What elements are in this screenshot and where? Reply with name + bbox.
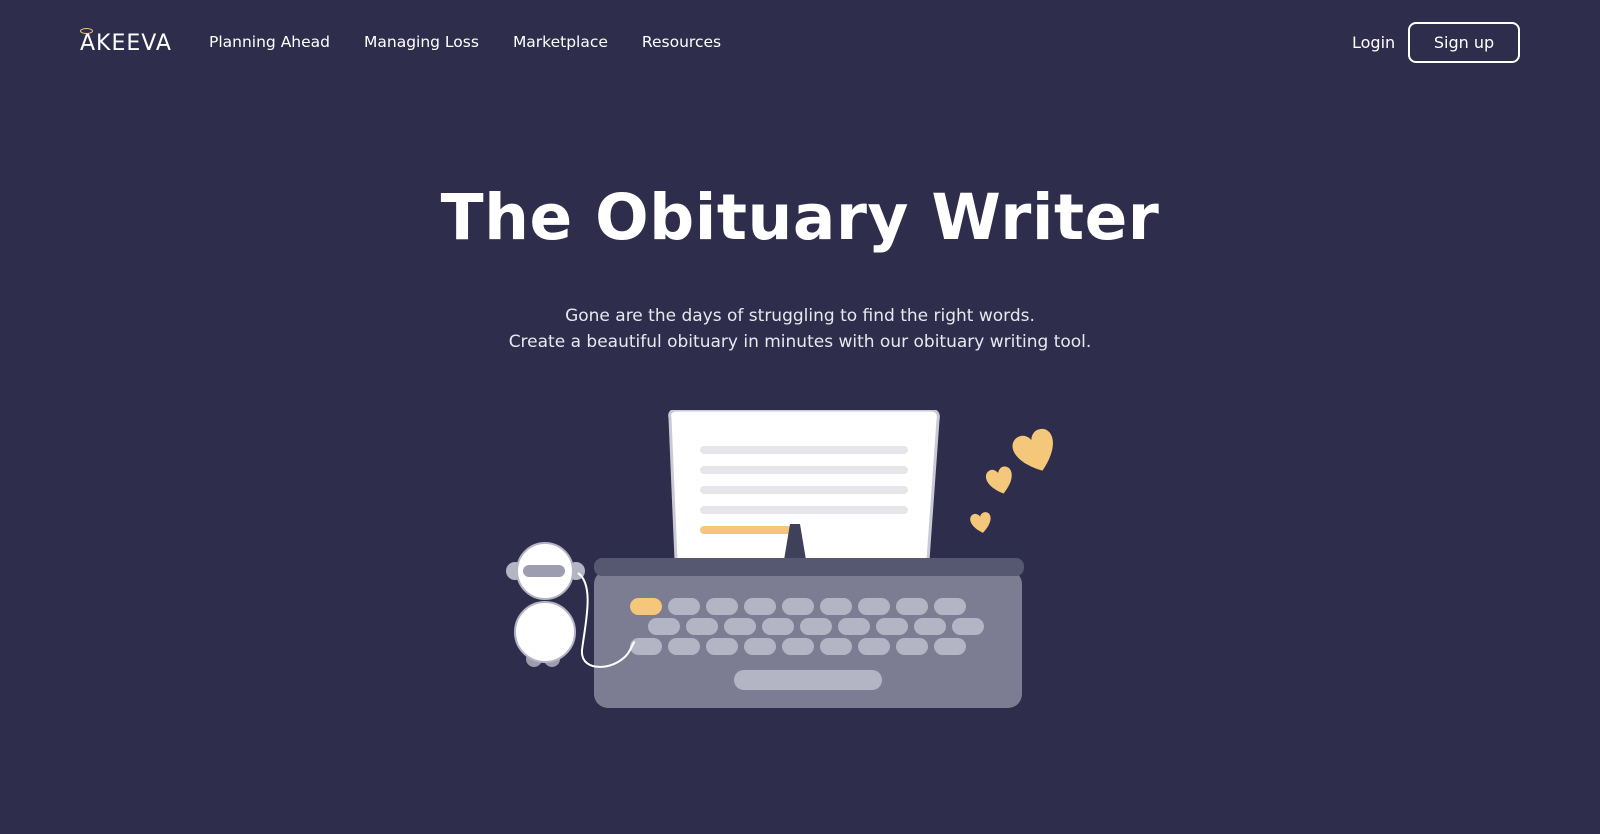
- typewriter-key: [820, 638, 852, 655]
- page: AKEEVA Planning Ahead Managing Loss Mark…: [0, 0, 1600, 834]
- typewriter-key: [686, 618, 718, 635]
- nav-link-managing-loss[interactable]: Managing Loss: [364, 31, 479, 53]
- typewriter-key: [858, 598, 890, 615]
- hero-subtitle-line-1: Gone are the days of struggling to find …: [565, 306, 1035, 326]
- nav-link-resources[interactable]: Resources: [642, 31, 721, 53]
- logo-text: AKEEVA: [80, 31, 172, 56]
- typewriter-key: [952, 618, 984, 635]
- typewriter-key: [782, 598, 814, 615]
- typewriter-key: [782, 638, 814, 655]
- akeeva-logo[interactable]: AKEEVA: [80, 26, 172, 58]
- typewriter-key: [668, 598, 700, 615]
- typewriter-key: [762, 618, 794, 635]
- typewriter-key: [744, 598, 776, 615]
- page-title: The Obituary Writer: [440, 181, 1160, 254]
- login-link[interactable]: Login: [1352, 32, 1395, 54]
- typewriter-key: [744, 638, 776, 655]
- typewriter-key: [668, 638, 700, 655]
- heart-icon-small: [970, 512, 991, 533]
- typewriter-key: [706, 638, 738, 655]
- nav-link-planning-ahead[interactable]: Planning Ahead: [209, 31, 330, 53]
- typewriter-key: [820, 598, 852, 615]
- typewriter-key: [896, 598, 928, 615]
- typewriter-key: [648, 618, 680, 635]
- sign-up-label: Sign up: [1433, 33, 1495, 52]
- typewriter-key: [706, 598, 738, 615]
- typewriter-key: [724, 618, 756, 635]
- typewriter-key: [896, 638, 928, 655]
- typewriter-key: [838, 618, 870, 635]
- hero-subtitle: Gone are the days of struggling to find …: [0, 303, 1600, 355]
- main-nav: Planning Ahead Managing Loss Marketplace…: [209, 31, 721, 53]
- top-navigation: AKEEVA Planning Ahead Managing Loss Mark…: [0, 0, 1600, 86]
- typewriter-key: [630, 598, 662, 615]
- typewriter-key: [800, 618, 832, 635]
- halo-icon: [80, 28, 93, 34]
- typewriter-key: [934, 638, 966, 655]
- typewriter-key: [914, 618, 946, 635]
- nav-link-marketplace[interactable]: Marketplace: [513, 31, 608, 53]
- heart-icon-large: [1012, 428, 1053, 471]
- typewriter-illustration: [506, 410, 1053, 708]
- hero-subtitle-line-2: Create a beautiful obituary in minutes w…: [508, 332, 1092, 352]
- sign-up-button[interactable]: Sign up: [1408, 22, 1520, 63]
- typewriter-key: [934, 598, 966, 615]
- typewriter-key: [876, 618, 908, 635]
- typewriter-key: [858, 638, 890, 655]
- paper-sheet: [668, 410, 940, 562]
- heart-icon-medium: [985, 466, 1012, 494]
- typewriter-key: [630, 638, 662, 655]
